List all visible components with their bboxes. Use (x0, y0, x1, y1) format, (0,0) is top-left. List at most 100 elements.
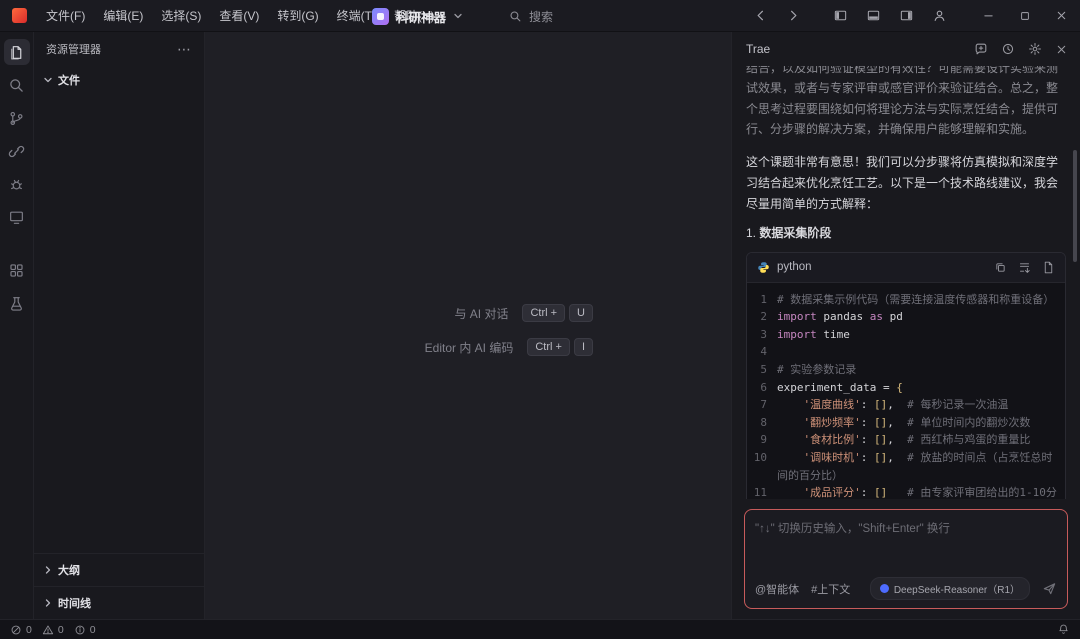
code-block: python 1# 数据 (746, 252, 1066, 499)
code-actions (994, 261, 1055, 274)
warning-counter[interactable]: 0 (42, 624, 64, 636)
hint-shortcut: Ctrl +I (527, 338, 593, 356)
kbd-key: Ctrl + (522, 304, 565, 322)
activity-item-debug[interactable] (4, 171, 30, 197)
search-icon (8, 77, 25, 94)
app-window: 文件(F)编辑(E)选择(S)查看(V)转到(G)终端(T)帮助(H) 科研神器… (0, 0, 1080, 639)
ai-panel: Trae 结合，以及如何验证模型的有效 (731, 32, 1080, 619)
account-icon[interactable] (923, 0, 956, 31)
model-selector[interactable]: DeepSeek-Reasoner（R1） (870, 577, 1030, 600)
minimize-button[interactable] (970, 0, 1007, 31)
close-panel-icon[interactable] (1055, 43, 1068, 56)
menu-item[interactable]: 选择(S) (152, 4, 210, 27)
code-block-header: python (747, 253, 1065, 283)
activity-item-link[interactable] (4, 138, 30, 164)
hint-shortcut: Ctrl +U (522, 304, 593, 322)
error-count: 0 (26, 624, 32, 636)
assistant-message: 这个课题非常有意思！我们可以分步骤将仿真模拟和深度学习结合起来优化烹饪工艺。以下… (746, 152, 1066, 215)
section-label: 时间线 (58, 595, 91, 611)
panel-scrollbar[interactable] (1073, 150, 1077, 262)
preview-icon (8, 209, 25, 226)
apps-icon (8, 262, 25, 279)
editor-hints: 与 AI 对话Ctrl +UEditor 内 AI 编码Ctrl +I (343, 304, 593, 356)
debug-icon (8, 176, 25, 193)
source-control-icon (8, 110, 25, 127)
send-icon[interactable] (1042, 581, 1057, 596)
create-file-icon[interactable] (1042, 261, 1055, 274)
menu-item[interactable]: 查看(V) (210, 4, 268, 27)
ai-panel-title: Trae (746, 42, 770, 56)
editor-area: 与 AI 对话Ctrl +UEditor 内 AI 编码Ctrl +I (205, 32, 731, 619)
sidebar-empty-area (34, 94, 204, 553)
menu-item[interactable]: 编辑(E) (94, 4, 152, 27)
link-icon (8, 143, 25, 160)
hint-row: 与 AI 对话Ctrl +U (343, 304, 593, 322)
hint-label: Editor 内 AI 编码 (425, 339, 514, 356)
layout-sidebar-left-icon[interactable] (824, 0, 857, 31)
flask-icon (8, 295, 25, 312)
insert-code-icon[interactable] (1018, 261, 1031, 274)
titlebar-center: 科研神器 搜索 (366, 0, 563, 32)
section-label: 文件 (58, 72, 80, 88)
model-name: DeepSeek-Reasoner（R1） (894, 581, 1020, 596)
code-line: 7 '温度曲线': [], # 每秒记录一次油温 (749, 396, 1057, 414)
history-icon[interactable] (1001, 42, 1015, 56)
sidebar-section-files[interactable]: 文件 (34, 66, 204, 94)
activity-item-source-control[interactable] (4, 105, 30, 131)
layout-panel-bottom-icon[interactable] (857, 0, 890, 31)
menu-item[interactable]: 转到(G) (268, 4, 327, 27)
notifications-bell-icon[interactable] (1057, 623, 1070, 636)
chevron-right-icon (43, 565, 53, 575)
settings-icon[interactable] (1028, 42, 1042, 56)
layout-sidebar-right-icon[interactable] (890, 0, 923, 31)
titlebar-right (744, 0, 1080, 31)
workspace-selector[interactable]: 科研神器 (366, 4, 469, 29)
close-button[interactable] (1043, 0, 1080, 31)
copy-code-icon[interactable] (994, 261, 1007, 274)
code-line: 11 '成品评分': [] # 由专家评审团给出的1-10分 (749, 484, 1057, 499)
code-language-label: python (777, 261, 812, 273)
code-lines: 1# 数据采集示例代码（需要连接温度传感器和称重设备）2import panda… (747, 283, 1065, 499)
activity-item-search[interactable] (4, 72, 30, 98)
activity-bar (0, 32, 34, 619)
menu-item[interactable]: 文件(F) (37, 4, 94, 27)
context-mention-button[interactable]: #上下文 (811, 581, 850, 597)
search-icon (509, 10, 522, 23)
sidebar-title: 资源管理器 (46, 41, 101, 57)
main-row: 资源管理器 ⋯ 文件 大纲 时间线 与 AI 对话Ctrl +UEditor (0, 32, 1080, 619)
chat-history: 结合，以及如何验证模型的有效性？可能需要设计实验来测试效果，或者与专家评审或感官… (732, 66, 1080, 499)
activity-item-preview[interactable] (4, 204, 30, 230)
error-counter[interactable]: 0 (10, 624, 32, 636)
chevron-down-icon (453, 11, 463, 21)
code-line: 3import time (749, 326, 1057, 344)
kbd-key: I (574, 338, 593, 356)
maximize-button[interactable] (1007, 0, 1043, 31)
info-counter[interactable]: 0 (74, 624, 96, 636)
activity-item-flask[interactable] (4, 290, 30, 316)
sidebar-section-outline[interactable]: 大纲 (34, 553, 204, 586)
activity-item-apps[interactable] (4, 257, 30, 283)
activity-item-explorer[interactable] (4, 39, 30, 65)
code-line: 1# 数据采集示例代码（需要连接温度传感器和称重设备） (749, 291, 1057, 309)
list-number: 1. (746, 226, 756, 240)
explorer-sidebar: 资源管理器 ⋯ 文件 大纲 时间线 (34, 32, 205, 619)
ai-panel-actions (974, 42, 1068, 56)
chat-input-box[interactable]: "↑↓" 切换历史输入，"Shift+Enter" 换行 @智能体 #上下文 D… (744, 509, 1068, 609)
more-actions-icon[interactable]: ⋯ (177, 42, 192, 56)
chevron-down-icon (43, 75, 53, 85)
back-icon[interactable] (744, 0, 777, 31)
model-logo-icon (880, 584, 889, 593)
workspace-name: 科研神器 (396, 7, 446, 26)
ai-panel-header: Trae (732, 32, 1080, 66)
sidebar-bottom: 大纲 时间线 (34, 553, 204, 619)
code-line: 5# 实验参数记录 (749, 361, 1057, 379)
info-count: 0 (90, 624, 96, 636)
forward-icon[interactable] (777, 0, 810, 31)
global-search[interactable]: 搜索 (499, 4, 563, 29)
agent-mention-button[interactable]: @智能体 (755, 581, 799, 597)
new-chat-icon[interactable] (974, 42, 988, 56)
code-line: 4 (749, 343, 1057, 361)
hint-row: Editor 内 AI 编码 Ctrl +I (343, 338, 593, 356)
sidebar-section-timeline[interactable]: 时间线 (34, 586, 204, 619)
sidebar-header: 资源管理器 ⋯ (34, 32, 204, 66)
